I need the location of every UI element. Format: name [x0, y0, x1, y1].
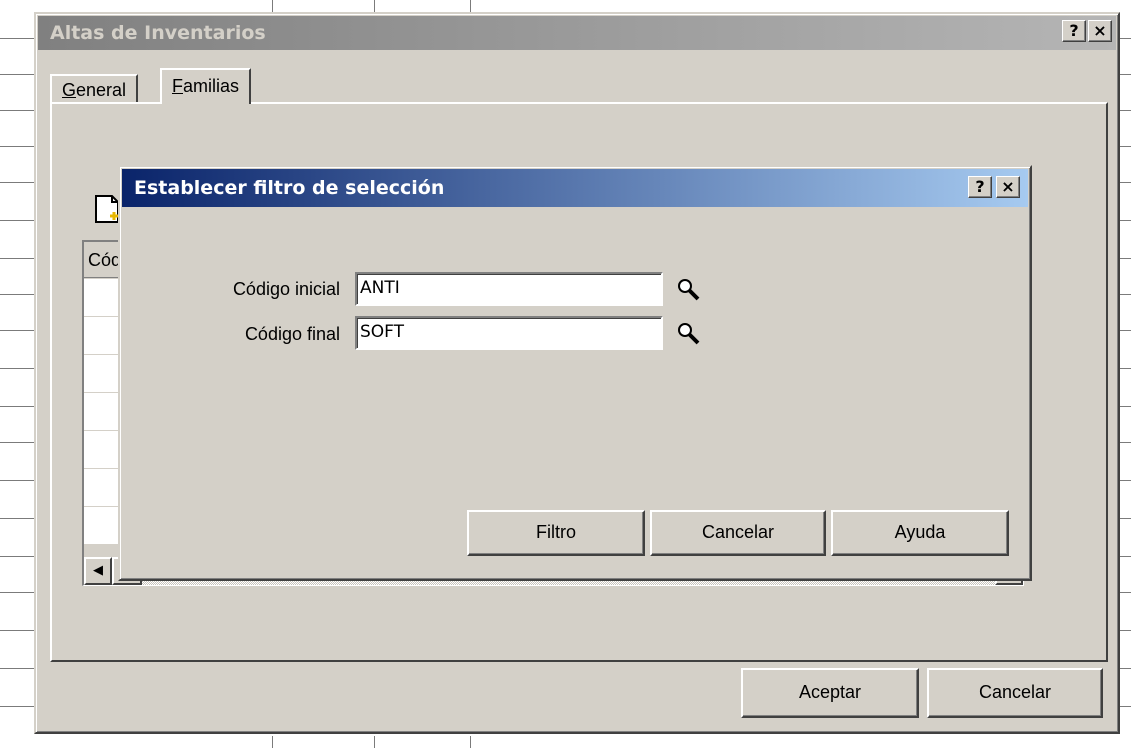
codigo-inicial-input[interactable]: ANTI: [355, 272, 663, 306]
dialog-cancel-button[interactable]: Cancelar: [650, 510, 826, 556]
tab-general[interactable]: General: [50, 74, 139, 104]
scroll-left-arrow-icon: ◀: [93, 562, 103, 577]
close-button[interactable]: ×: [1088, 20, 1112, 42]
inventory-window-title-bar[interactable]: Altas de Inventarios: [38, 16, 1116, 50]
codigo-final-magnifier-icon[interactable]: [676, 321, 702, 347]
tab-familias[interactable]: Familias: [160, 68, 252, 104]
help-dialog-button[interactable]: Ayuda: [831, 510, 1009, 556]
filter-dialog: Establecer filtro de selección ? × Códig…: [118, 165, 1032, 581]
main-cancel-button[interactable]: Cancelar: [927, 668, 1103, 718]
inventory-window-title: Altas de Inventarios: [50, 22, 266, 44]
tab-general-accel: G: [62, 80, 77, 100]
tab-familias-label: amilias: [183, 76, 240, 96]
tab-familias-accel: F: [172, 76, 183, 96]
codigo-inicial-label: Código inicial: [232, 279, 340, 299]
codigo-inicial-magnifier-icon[interactable]: [676, 277, 702, 303]
accept-button[interactable]: Aceptar: [741, 668, 919, 718]
scroll-left-button[interactable]: ◀: [84, 557, 112, 585]
dialog-close-button[interactable]: ×: [996, 176, 1020, 198]
filter-button[interactable]: Filtro: [467, 510, 645, 556]
filter-dialog-title: Establecer filtro de selección: [134, 177, 445, 199]
tab-general-label: eneral: [76, 80, 127, 100]
dialog-help-button[interactable]: ?: [968, 176, 992, 198]
codigo-final-label: Código final: [244, 324, 340, 344]
codigo-final-input[interactable]: SOFT: [355, 316, 663, 350]
help-button[interactable]: ?: [1062, 20, 1086, 42]
filter-dialog-title-bar[interactable]: Establecer filtro de selección: [122, 169, 1028, 207]
